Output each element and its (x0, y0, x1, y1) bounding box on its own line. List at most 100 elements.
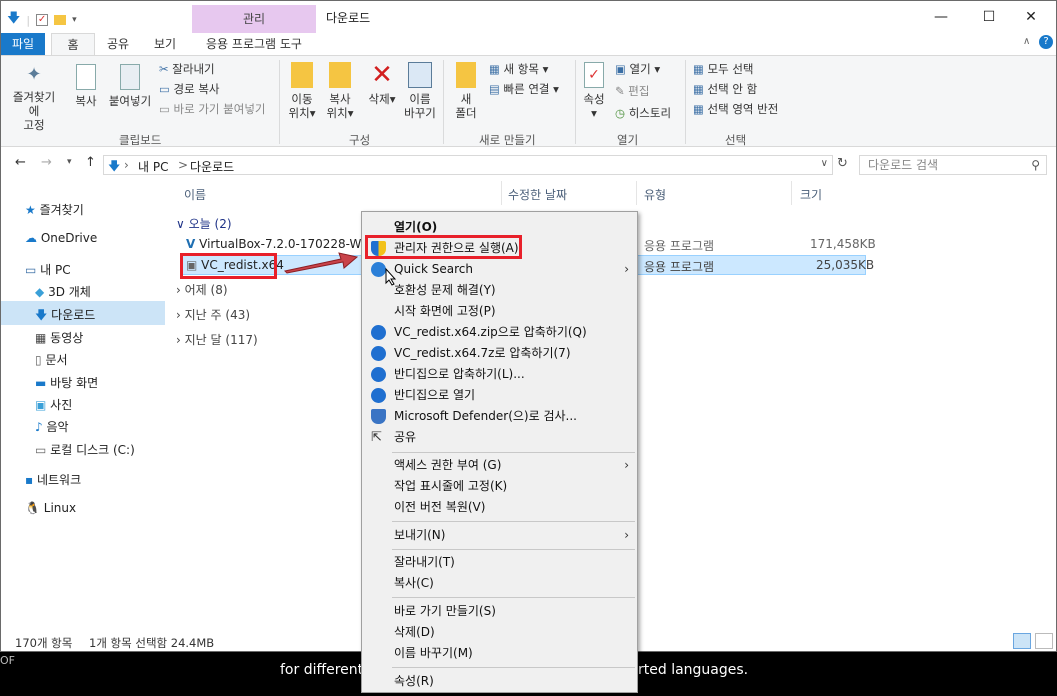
select-none-button[interactable]: ▦ 선택 안 함 (693, 82, 757, 96)
new-folder-button[interactable]: 새 폴더 (451, 62, 481, 120)
paste-button[interactable]: 붙여넣기 (107, 64, 153, 108)
down-arrow-icon[interactable]: 🡇 (7, 9, 20, 31)
history-button[interactable]: ◷ 히스토리 (615, 106, 671, 120)
menu-item-give-access[interactable]: 액세스 권한 부여 (G) › (362, 455, 637, 476)
address-dropdown-icon[interactable]: ∨ (821, 158, 828, 169)
nav-item-pictures[interactable]: ▣ 사진 (35, 396, 72, 413)
up-arrow-icon[interactable]: ↑ (85, 155, 96, 170)
select-all-button[interactable]: ▦ 모두 선택 (693, 62, 754, 76)
address-field[interactable]: 🡇 › 내 PC > 다운로드 ∨ (103, 155, 833, 175)
nav-item-linux[interactable]: 🐧 Linux (25, 501, 76, 515)
help-icon[interactable]: ? (1039, 35, 1053, 49)
column-header-date[interactable]: 수정한 날짜 (508, 186, 567, 203)
column-header-name[interactable]: 이름 (184, 186, 206, 203)
menu-item-quick-search[interactable]: Quick Search › (362, 259, 637, 280)
delete-x-icon: ✕ (371, 60, 393, 90)
nav-item-3d-objects[interactable]: ◆ 3D 개체 (35, 283, 91, 300)
breadcrumb-downloads[interactable]: 다운로드 (190, 158, 234, 175)
nav-label: OneDrive (40, 231, 98, 245)
menu-item-delete[interactable]: 삭제(D) (362, 622, 637, 643)
minimize-button[interactable]: — (919, 5, 963, 29)
easy-access-button[interactable]: ▤ 빠른 연결 ▾ (489, 82, 559, 96)
nav-item-music[interactable]: ♪ 음악 (35, 418, 69, 435)
menu-item-pin-taskbar[interactable]: 작업 표시줄에 고정(K) (362, 476, 637, 497)
menu-item-copy[interactable]: 복사(C) (362, 573, 637, 594)
tab-file[interactable]: 파일 (1, 33, 45, 55)
copy-button[interactable]: 복사 (71, 64, 101, 108)
paste-shortcut-button[interactable]: ▭ 바로 가기 붙여넣기 (159, 102, 265, 116)
nav-item-documents[interactable]: ▯ 문서 (35, 351, 68, 368)
nav-item-quick-access[interactable]: ★ 즐겨찾기 (25, 201, 84, 218)
nav-item-local-disk[interactable]: ▭ 로컬 디스크 (C:) (35, 441, 135, 458)
menu-item-pin-start[interactable]: 시작 화면에 고정(P) (362, 301, 637, 322)
invert-selection-button[interactable]: ▦ 선택 영역 반전 (693, 102, 778, 116)
delete-button[interactable]: ✕ 삭제▾ (365, 62, 399, 106)
nav-item-onedrive[interactable]: ☁ OneDrive (25, 231, 97, 245)
new-folder-label-2: 폴더 (455, 106, 477, 120)
file-type: 응용 프로그램 (644, 239, 715, 253)
open-button[interactable]: ▣ 열기 ▾ (615, 62, 660, 76)
menu-item-cut[interactable]: 잘라내기(T) (362, 552, 637, 573)
forward-arrow-icon[interactable]: → (41, 155, 52, 170)
column-header-size[interactable]: 크기 (800, 186, 822, 203)
menu-item-create-shortcut[interactable]: 바로 가기 만들기(S) (362, 601, 637, 622)
history-label: 히스토리 (628, 106, 672, 120)
nav-item-videos[interactable]: ▦ 동영상 (35, 329, 83, 346)
menu-item-compatibility[interactable]: 호환성 문제 해결(Y) (362, 280, 637, 301)
edit-button[interactable]: ✎ 편집 (615, 84, 649, 98)
divider (791, 181, 792, 205)
folder-icon[interactable] (54, 15, 67, 25)
close-button[interactable]: ✕ (1009, 5, 1053, 29)
tab-app-tools[interactable]: 응용 프로그램 도구 (196, 33, 312, 55)
edit-icon: ✎ (615, 84, 625, 98)
group-today[interactable]: ∨ 오늘 (2) (176, 215, 232, 232)
menu-item-send-to[interactable]: 보내기(N) › (362, 525, 637, 546)
group-last-week[interactable]: › 지난 주 (43) (176, 306, 250, 323)
properties-button[interactable]: ✓ 속성 ▾ (579, 62, 609, 120)
move-to-button[interactable]: 이동 위치▾ (285, 62, 319, 120)
nav-item-desktop[interactable]: ▬ 바탕 화면 (35, 374, 98, 391)
menu-item-share[interactable]: ⇱ 공유 (362, 427, 637, 448)
tab-view[interactable]: 보기 (147, 33, 183, 55)
rename-button[interactable]: 이름 바꾸기 (403, 62, 437, 120)
menu-item-bandizip-open[interactable]: 반디집으로 열기 (362, 385, 637, 406)
maximize-button[interactable]: ☐ (967, 5, 1011, 29)
menu-item-restore-versions[interactable]: 이전 버전 복원(V) (362, 497, 637, 518)
menu-item-rename[interactable]: 이름 바꾸기(M) (362, 643, 637, 664)
copy-path-button[interactable]: ▭ 경로 복사 (159, 82, 220, 96)
menu-label: 보내기(N) (394, 528, 446, 542)
menu-item-defender[interactable]: Microsoft Defender(으)로 검사... (362, 406, 637, 427)
menu-item-properties[interactable]: 속성(R) (362, 671, 637, 692)
recent-locations-icon[interactable]: ▾ (67, 157, 72, 167)
menu-item-compress-7z[interactable]: VC_redist.x64.7z로 압축하기(7) (362, 343, 637, 364)
tab-home[interactable]: 홈 (51, 33, 95, 55)
tab-share[interactable]: 공유 (101, 33, 135, 55)
network-icon: ▪ (25, 473, 34, 487)
nav-item-this-pc[interactable]: ▭ 내 PC (25, 261, 71, 278)
nav-item-downloads[interactable]: 🡇 다운로드 (35, 306, 95, 327)
refresh-icon[interactable]: ↻ (837, 156, 848, 171)
large-icons-view-icon[interactable] (1035, 633, 1053, 649)
search-input[interactable]: 다운로드 검색 ⚲ (859, 155, 1047, 175)
nav-item-network[interactable]: ▪ 네트워크 (25, 471, 81, 488)
organize-group-label: 구성 (349, 133, 371, 147)
qat-dropdown-icon[interactable]: ▾ (72, 15, 77, 25)
column-header-type[interactable]: 유형 (644, 186, 666, 203)
back-arrow-icon[interactable]: ← (15, 155, 26, 170)
invert-selection-label: 선택 영역 반전 (707, 102, 779, 116)
pin-quick-access-button[interactable]: ✦ 즐겨찾기에 고정 (9, 64, 59, 132)
group-last-month[interactable]: › 지난 달 (117) (176, 331, 258, 348)
menu-item-compress-zip[interactable]: VC_redist.x64.zip으로 압축하기(Q) (362, 322, 637, 343)
details-view-icon[interactable] (1013, 633, 1031, 649)
new-item-button[interactable]: ▦ 새 항목 ▾ (489, 62, 548, 76)
copy-to-label-2-text: 위치 (326, 106, 348, 120)
group-yesterday[interactable]: › 어제 (8) (176, 281, 228, 298)
ribbon-collapse-icon[interactable]: ∧ (1023, 36, 1030, 47)
properties-check-icon[interactable]: ✓ (36, 14, 49, 26)
defender-shield-icon (371, 409, 386, 424)
context-tab-manage[interactable]: 관리 (192, 5, 316, 33)
copy-to-button[interactable]: 복사 위치▾ (323, 62, 357, 120)
breadcrumb-this-pc[interactable]: 내 PC (138, 158, 168, 175)
menu-item-bandizip-compress[interactable]: 반디집으로 압축하기(L)... (362, 364, 637, 385)
cut-button[interactable]: ✂ 잘라내기 (159, 62, 215, 76)
